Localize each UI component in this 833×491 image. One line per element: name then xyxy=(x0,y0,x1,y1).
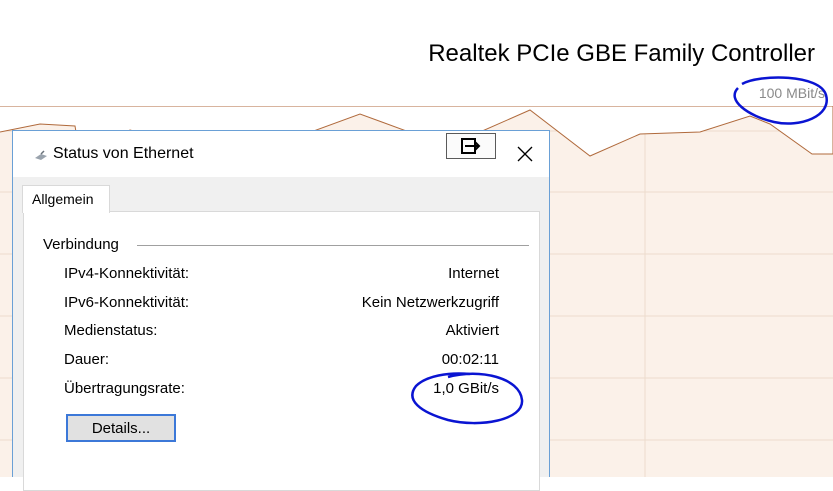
compact-view-button[interactable] xyxy=(446,133,496,159)
ipv4-value: Internet xyxy=(448,265,499,282)
dialog-titlebar[interactable]: Status von Ethernet xyxy=(13,131,549,177)
speed-value: 1,0 GBit/s xyxy=(433,380,499,397)
compact-view-icon xyxy=(461,138,481,154)
tab-allgemein[interactable]: Allgemein xyxy=(22,185,110,213)
close-icon xyxy=(517,146,533,162)
group-label-verbindung: Verbindung xyxy=(43,236,119,253)
ethernet-status-dialog: Status von Ethernet Allgemein Verbindung… xyxy=(12,130,550,491)
media-status-label: Medienstatus: xyxy=(64,322,158,339)
graph-max-label: 100 MBit/s xyxy=(758,85,825,101)
details-button[interactable]: Details... xyxy=(66,414,176,442)
network-icon xyxy=(33,147,49,163)
duration-label: Dauer: xyxy=(64,351,110,368)
media-status-value: Aktiviert xyxy=(445,322,499,339)
ipv4-label: IPv4-Konnektivität: xyxy=(64,265,190,282)
duration-value: 00:02:11 xyxy=(441,351,499,368)
group-divider xyxy=(137,245,529,246)
general-panel: Verbindung IPv4-Konnektivität: Internet … xyxy=(23,211,540,491)
adapter-title: Realtek PCIe GBE Family Controller xyxy=(428,40,815,67)
close-button[interactable] xyxy=(505,137,545,171)
speed-label: Übertragungsrate: xyxy=(64,380,185,397)
ipv6-label: IPv6-Konnektivität: xyxy=(64,294,190,311)
ipv6-value: Kein Netzwerkzugriff xyxy=(361,294,499,311)
dialog-title: Status von Ethernet xyxy=(53,145,194,162)
